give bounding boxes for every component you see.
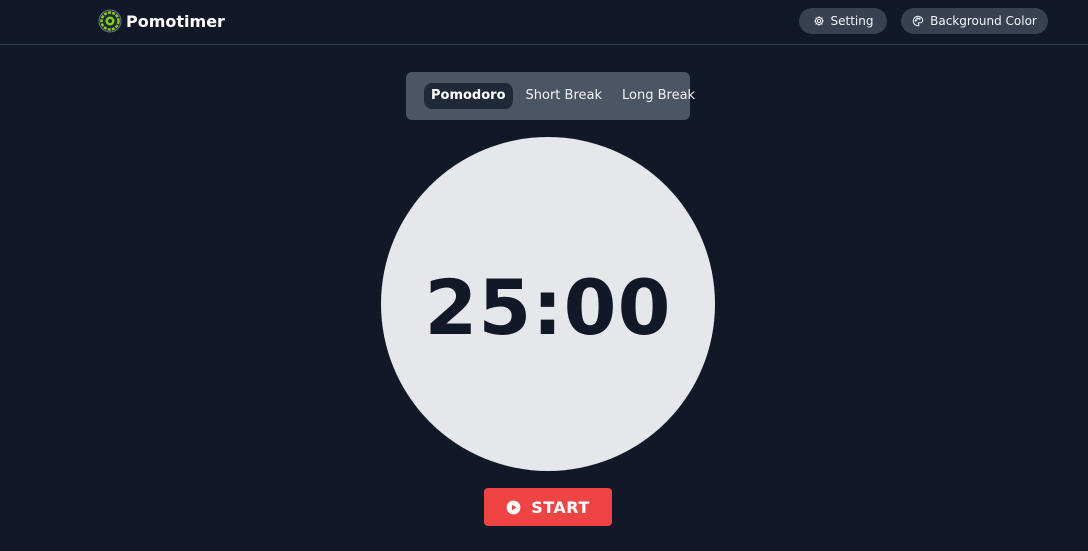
- app-name: Pomotimer: [126, 11, 225, 31]
- setting-button[interactable]: Setting: [799, 8, 887, 34]
- brand[interactable]: Pomotimer: [98, 9, 225, 33]
- play-circle-icon: [506, 500, 521, 514]
- palette-icon: [912, 15, 924, 27]
- background-color-label: Background Color: [930, 14, 1037, 28]
- tab-pomodoro[interactable]: Pomodoro: [424, 83, 513, 109]
- start-label: START: [531, 497, 590, 517]
- gear-icon: [813, 16, 824, 26]
- setting-label: Setting: [830, 14, 874, 28]
- tab-short-break[interactable]: Short Break: [519, 83, 610, 109]
- start-button[interactable]: START: [484, 488, 612, 526]
- timer-display: 25:00: [424, 262, 672, 352]
- timer-face: 25:00: [381, 137, 715, 471]
- pomodoro-target-icon: [98, 9, 122, 33]
- background-color-button[interactable]: Background Color: [901, 8, 1048, 34]
- pomotimer-app: Pomotimer Setting Background Color Pomod…: [0, 0, 1088, 551]
- tab-long-break[interactable]: Long Break: [615, 83, 702, 109]
- mode-selector: Pomodoro Short Break Long Break: [406, 72, 695, 120]
- top-navigation-bar: Pomotimer Setting Background Color: [0, 0, 1088, 45]
